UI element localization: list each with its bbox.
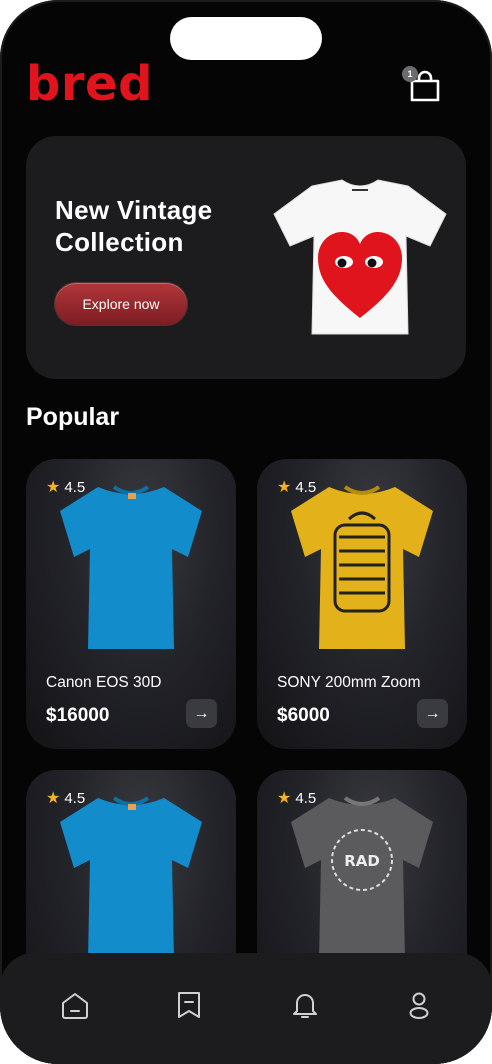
app-screen: bred 1 New Vintage Collection Explore no… (0, 0, 492, 1064)
svg-text:RAD: RAD (344, 852, 380, 870)
product-name: SONY 200mm Zoom (277, 674, 421, 691)
popular-section-title: Popular (26, 403, 120, 431)
brand-logo: bred (26, 56, 153, 112)
hero-banner[interactable]: New Vintage Collection Explore now (26, 136, 466, 379)
product-price: $6000 (277, 705, 330, 726)
product-name: Canon EOS 30D (46, 674, 162, 691)
arrow-right-icon: → (193, 705, 210, 722)
gray-rad-tshirt-image: RAD (291, 796, 433, 960)
home-icon[interactable] (59, 989, 91, 1021)
cart-badge: 1 (402, 66, 418, 82)
product-rating: ★ 4.5 (277, 789, 317, 808)
yellow-graphic-tshirt-image (291, 485, 433, 649)
bottom-tab-bar (0, 953, 492, 1064)
explore-now-button[interactable]: Explore now (55, 283, 187, 325)
product-card[interactable]: ★ 4.5 SONY 200mm Zoom $6000 → (257, 459, 467, 749)
product-card[interactable]: ★ 4.5 Canon EOS 30D $16000 → (26, 459, 236, 749)
dynamic-island (170, 17, 322, 60)
star-icon: ★ (277, 479, 292, 496)
blue-tshirt-image (60, 796, 202, 960)
product-rating: ★ 4.5 (46, 789, 86, 808)
cart-button[interactable]: 1 (402, 66, 442, 106)
star-icon: ★ (277, 790, 292, 807)
hero-title: New Vintage Collection (55, 195, 213, 257)
heart-tshirt-image (273, 179, 447, 335)
product-rating: ★ 4.5 (46, 478, 86, 497)
bell-icon[interactable] (289, 989, 321, 1021)
star-icon: ★ (46, 479, 61, 496)
arrow-right-icon: → (424, 705, 441, 722)
arrow-right-button[interactable]: → (186, 699, 217, 728)
arrow-right-button[interactable]: → (417, 699, 448, 728)
product-price: $16000 (46, 705, 110, 726)
star-icon: ★ (46, 790, 61, 807)
product-rating: ★ 4.5 (277, 478, 317, 497)
blue-tshirt-image (60, 485, 202, 649)
bookmark-icon[interactable] (173, 989, 205, 1021)
user-icon[interactable] (403, 989, 435, 1021)
